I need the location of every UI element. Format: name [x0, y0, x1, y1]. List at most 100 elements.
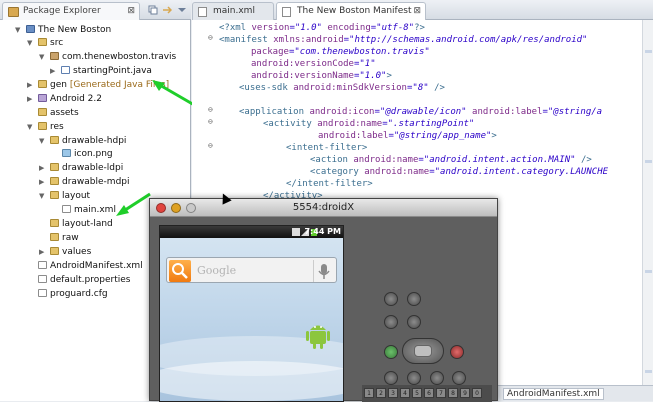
power-button[interactable] — [384, 315, 398, 329]
xml-file-icon — [38, 261, 47, 269]
tree-item-res[interactable]: ▼ res — [27, 121, 64, 134]
tree-item-icon-png[interactable]: icon.png — [62, 148, 113, 161]
tree-item-default-properties[interactable]: default.properties — [38, 274, 130, 287]
view-menu-icon[interactable] — [177, 5, 187, 15]
code-line: <intent-filter> — [286, 142, 367, 154]
expand-arrow-icon[interactable]: ▶ — [39, 246, 44, 259]
code-token: android:versionCode — [251, 59, 354, 69]
fold-icon[interactable]: ⊖ — [208, 33, 213, 42]
tree-item-label: startingPoint.java — [73, 66, 152, 76]
tree-item-label: proguard.cfg — [50, 289, 108, 299]
close-icon[interactable]: ⊠ — [413, 6, 421, 16]
code-token: <application — [239, 107, 310, 117]
tree-item-drawable-hdpi[interactable]: ▼ drawable-hdpi — [39, 135, 126, 148]
tree-item-assets[interactable]: assets — [38, 107, 79, 120]
tree-item-raw[interactable]: raw — [50, 232, 79, 245]
expand-arrow-icon[interactable]: ▶ — [39, 162, 44, 175]
tree-item-label: main.xml — [74, 205, 116, 215]
key-9[interactable]: 9 — [460, 388, 470, 398]
tree-item-drawable-ldpi[interactable]: ▶ drawable-ldpi — [39, 162, 123, 175]
call-button[interactable] — [384, 345, 398, 359]
code-token: ="@string/a — [542, 107, 603, 117]
code-token: <uses-sdk — [239, 83, 294, 93]
key-2[interactable]: 2 — [376, 388, 386, 398]
tree-item-layout[interactable]: ▼ layout — [39, 190, 90, 203]
tab-android-manifest-xml[interactable]: AndroidManifest.xml — [503, 388, 604, 400]
expand-arrow-icon[interactable]: ▶ — [50, 65, 55, 78]
expand-arrow-icon[interactable]: ▶ — [27, 79, 32, 92]
tree-item-android-manifest[interactable]: AndroidManifest.xml — [38, 260, 143, 273]
tree-item-proguard[interactable]: proguard.cfg — [38, 288, 108, 301]
code-token: /> — [428, 83, 445, 93]
device-screen[interactable]: 7:44 PM Google — [159, 225, 344, 402]
tree-item-label: src — [50, 38, 64, 48]
package-explorer-title: Package Explorer — [23, 6, 101, 16]
key-3[interactable]: 3 — [388, 388, 398, 398]
ruler-marker[interactable] — [645, 160, 652, 163]
tree-item-values[interactable]: ▶ values — [39, 246, 91, 259]
search-icon[interactable] — [169, 260, 191, 282]
dpad-center-button[interactable] — [414, 345, 432, 357]
tree-item-starting-point[interactable]: ▶ startingPoint.java — [50, 65, 152, 78]
tree-item-drawable-mdpi[interactable]: ▶ drawable-mdpi — [39, 176, 130, 189]
tree-item-layout-land[interactable]: layout-land — [50, 218, 113, 231]
key-6[interactable]: 6 — [424, 388, 434, 398]
google-search-widget[interactable]: Google — [166, 257, 337, 283]
fold-icon[interactable]: ⊖ — [208, 105, 213, 114]
code-line: package="com.thenewboston.travis" — [251, 46, 430, 58]
end-call-button[interactable] — [450, 345, 464, 359]
emulator-titlebar[interactable]: 5554:droidX — [150, 199, 497, 217]
expand-arrow-icon[interactable]: ▶ — [27, 93, 32, 106]
expand-arrow-icon[interactable]: ▼ — [39, 135, 44, 148]
keyboard-row: 1 2 3 4 5 6 7 8 9 0 — [362, 385, 492, 402]
package-explorer-tabbar: Package Explorer ⊠ — [0, 0, 191, 20]
link-with-editor-icon[interactable] — [162, 5, 172, 15]
key-5[interactable]: 5 — [412, 388, 422, 398]
tree-item-project[interactable]: ▼ The New Boston — [15, 24, 111, 37]
volume-down-button[interactable] — [384, 292, 398, 306]
expand-arrow-icon[interactable]: ▼ — [27, 121, 32, 134]
tree-item-src[interactable]: ▼ src — [27, 37, 64, 50]
key-8[interactable]: 8 — [448, 388, 458, 398]
expand-arrow-icon[interactable]: ▶ — [39, 176, 44, 189]
fold-icon[interactable]: ⊖ — [208, 117, 213, 126]
package-explorer-tab[interactable]: Package Explorer ⊠ — [2, 2, 140, 20]
microphone-icon[interactable] — [313, 260, 333, 282]
expand-arrow-icon[interactable]: ▼ — [15, 24, 20, 37]
ruler-marker[interactable] — [645, 50, 652, 53]
expand-arrow-icon[interactable]: ▼ — [39, 51, 44, 64]
overview-ruler[interactable] — [642, 20, 653, 401]
fold-icon[interactable]: ⊖ — [208, 141, 213, 150]
close-window-button[interactable] — [156, 203, 166, 213]
expand-arrow-icon[interactable]: ▼ — [39, 190, 44, 203]
library-icon — [38, 94, 47, 102]
tree-item-main-xml[interactable]: main.xml — [62, 204, 116, 217]
ruler-marker[interactable] — [645, 370, 652, 373]
ruler-marker[interactable] — [645, 270, 652, 273]
tree-item-label: default.properties — [50, 275, 131, 285]
key-1[interactable]: 1 — [364, 388, 374, 398]
dpad[interactable] — [402, 338, 444, 364]
volume-up-button[interactable] — [407, 292, 421, 306]
tree-item-label: gen — [50, 80, 67, 90]
key-7[interactable]: 7 — [436, 388, 446, 398]
back-button[interactable] — [430, 371, 444, 385]
code-line: <action android:name="android.intent.act… — [310, 154, 592, 166]
home-button[interactable] — [384, 371, 398, 385]
tab-manifest[interactable]: The New Boston Manifest ⊠ — [276, 2, 426, 20]
key-4[interactable]: 4 — [400, 388, 410, 398]
key-0[interactable]: 0 — [472, 388, 482, 398]
code-token: android:name — [364, 167, 430, 177]
tab-main-xml[interactable]: main.xml — [192, 2, 274, 20]
tree-item-android-lib[interactable]: ▶ Android 2.2 — [27, 93, 102, 106]
zoom-window-button[interactable] — [186, 203, 196, 213]
minimize-window-button[interactable] — [171, 203, 181, 213]
collapse-all-icon[interactable] — [148, 5, 158, 15]
folder-icon — [50, 163, 59, 171]
search-button[interactable] — [452, 371, 466, 385]
menu-button[interactable] — [407, 371, 421, 385]
tree-item-package[interactable]: ▼ com.thenewboston.travis — [39, 51, 176, 64]
camera-button[interactable] — [407, 315, 421, 329]
expand-arrow-icon[interactable]: ▼ — [27, 37, 32, 50]
close-icon[interactable]: ⊠ — [127, 6, 135, 16]
